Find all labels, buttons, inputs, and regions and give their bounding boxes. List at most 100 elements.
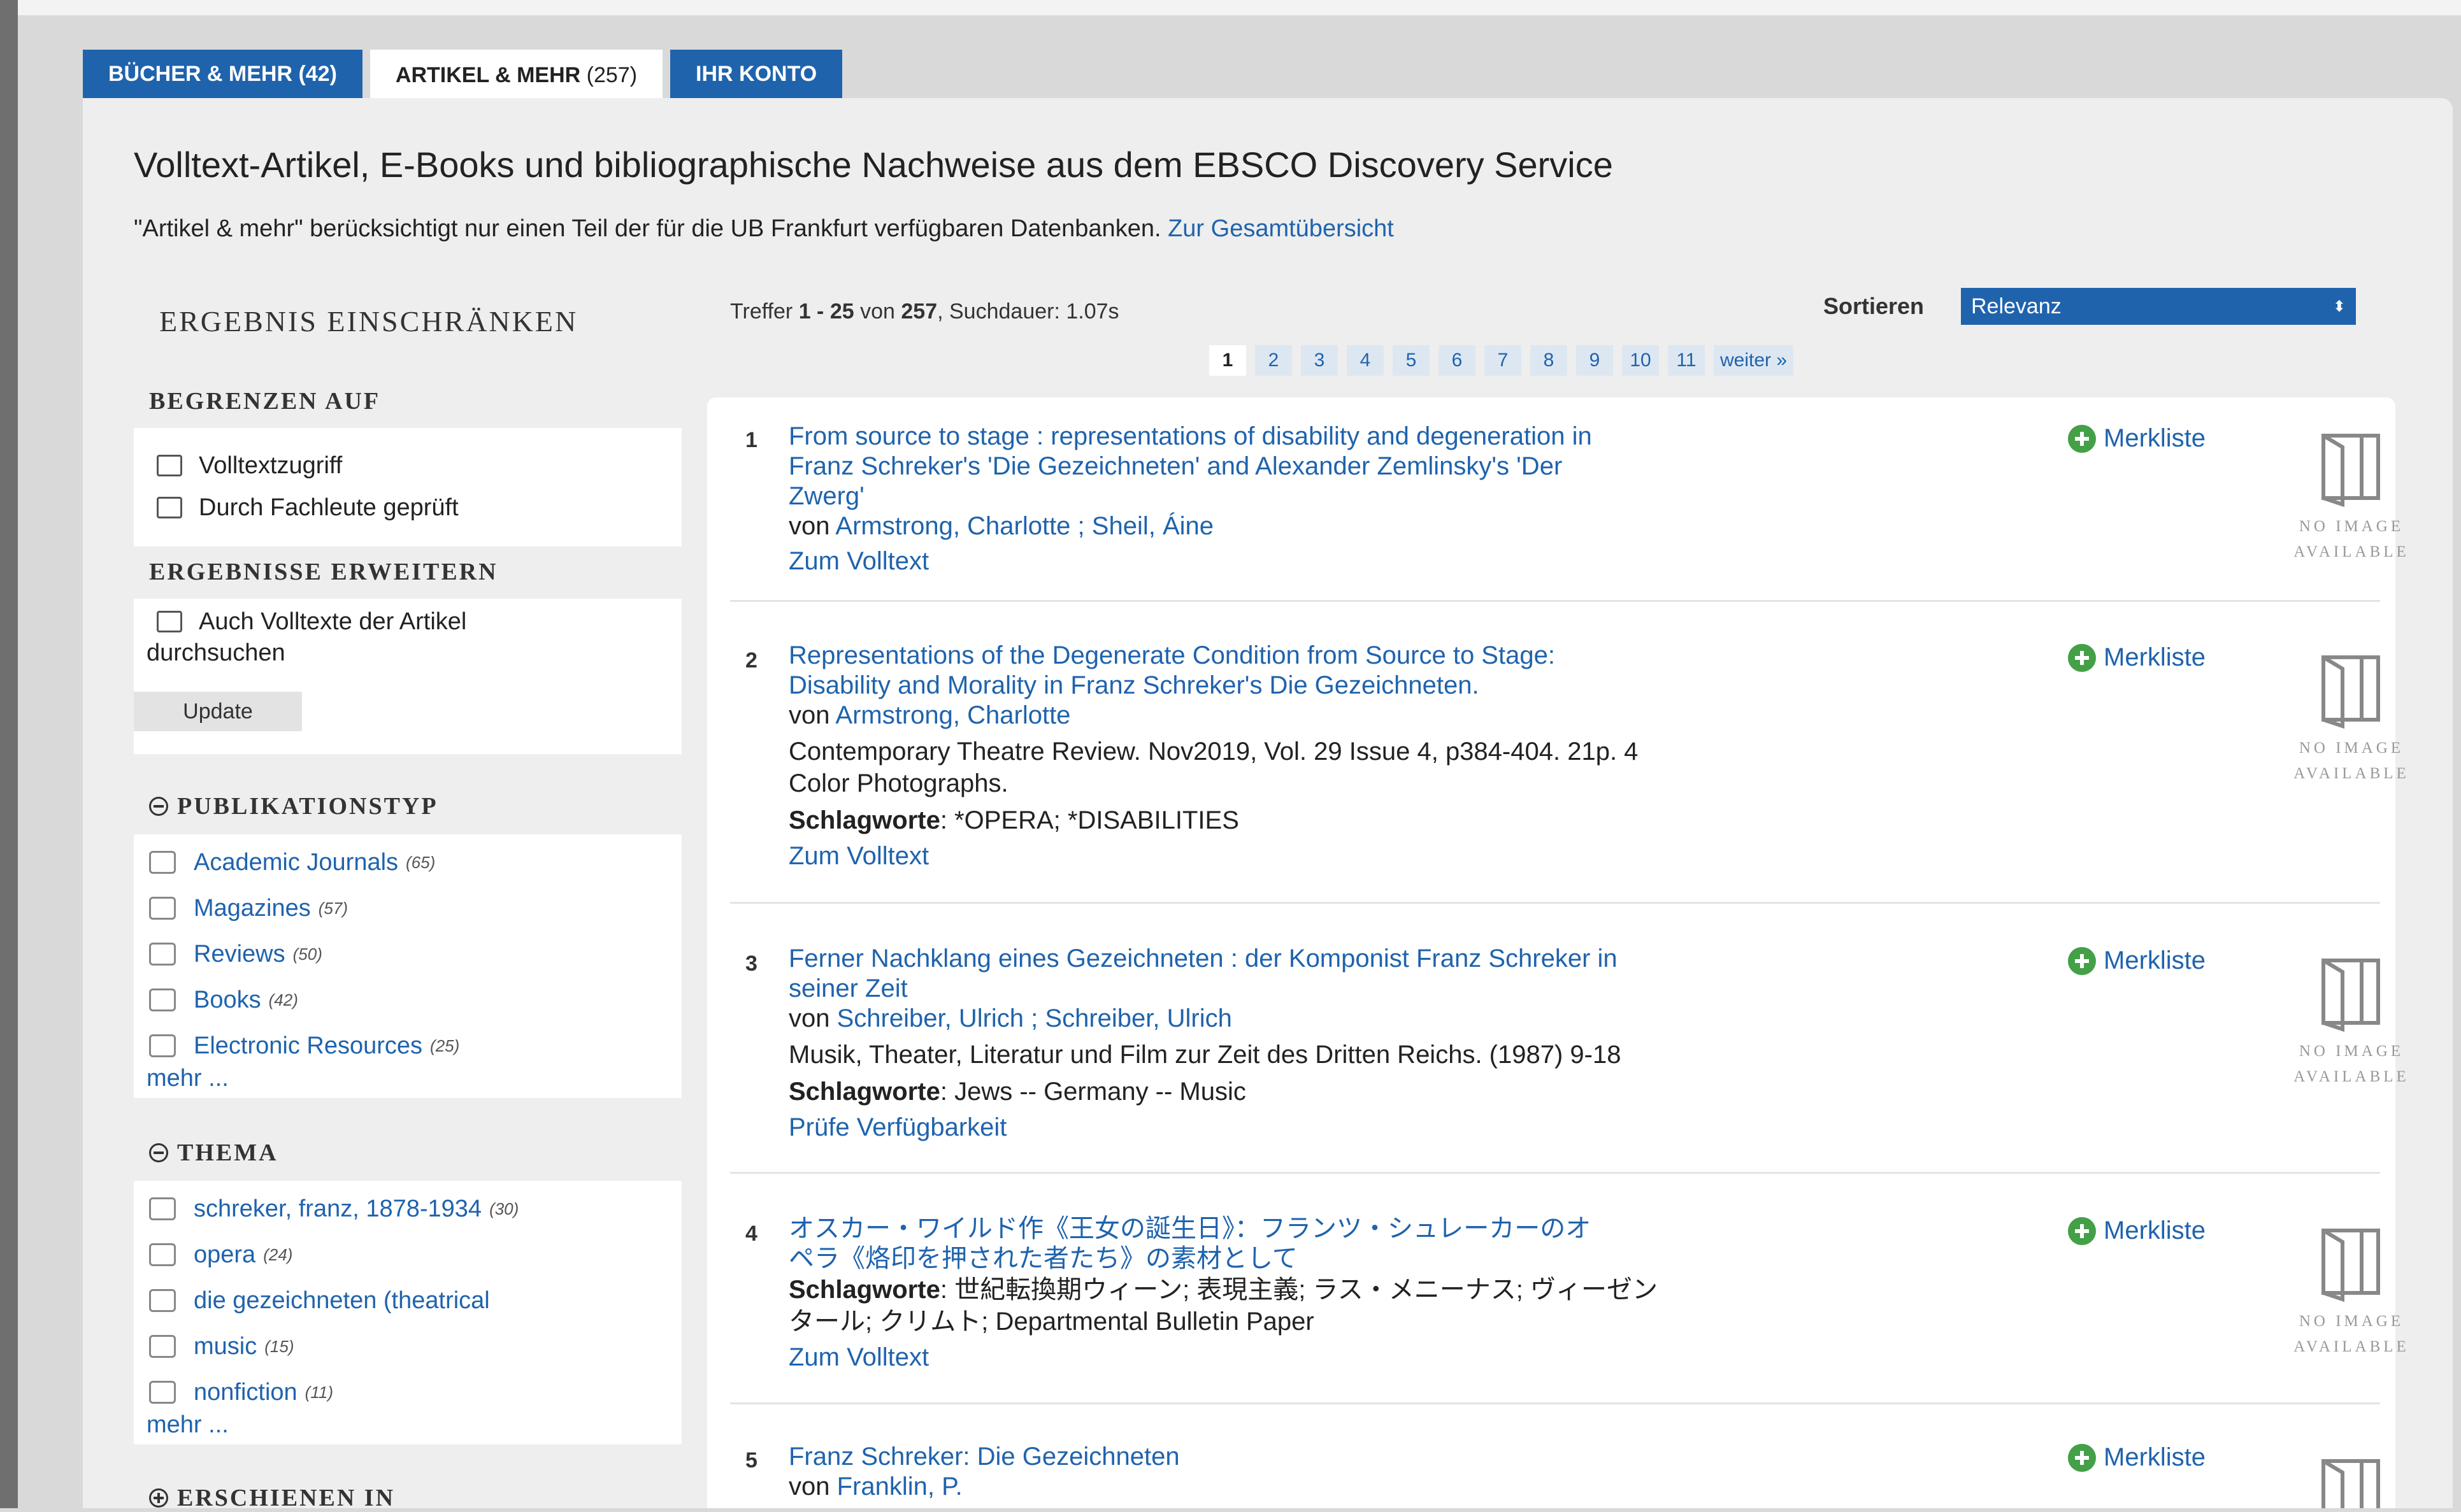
facet-item[interactable]: Reviews (50): [149, 931, 682, 977]
author-link[interactable]: Armstrong, Charlotte ; Sheil, Áine: [835, 512, 1214, 540]
result-body: Ferner Nachklang eines Gezeichneten : de…: [789, 944, 1872, 1143]
checkbox[interactable]: [149, 1289, 176, 1312]
checkbox[interactable]: [157, 497, 182, 518]
facet-count: (25): [430, 1036, 460, 1055]
facet-item[interactable]: Books (42): [149, 977, 682, 1023]
sort-select[interactable]: Relevanz ⬍: [1961, 288, 2356, 325]
by-prefix: von: [789, 701, 836, 729]
page-11[interactable]: 11: [1668, 345, 1705, 376]
hits-prefix: Treffer: [730, 299, 799, 324]
facet-item[interactable]: Academic Journals (65): [149, 839, 682, 885]
page-6[interactable]: 6: [1439, 345, 1475, 376]
checkbox[interactable]: [149, 943, 176, 966]
checkbox[interactable]: [149, 897, 176, 920]
page-8[interactable]: 8: [1530, 345, 1567, 376]
checkbox[interactable]: [149, 1381, 176, 1404]
facet-label: opera: [194, 1241, 256, 1268]
limit-option-peer-reviewed[interactable]: Durch Fachleute geprüft: [157, 487, 682, 529]
published-in-heading[interactable]: ERSCHIENEN IN: [149, 1484, 395, 1512]
facet-label: Magazines: [194, 894, 311, 922]
author-link[interactable]: Franklin, P.: [837, 1473, 963, 1501]
sort-value: Relevanz: [1971, 294, 2062, 318]
checkbox[interactable]: [149, 1034, 176, 1057]
checkbox[interactable]: [149, 1197, 176, 1220]
checkbox[interactable]: [157, 455, 182, 476]
topic-more-link[interactable]: mehr ...: [147, 1411, 682, 1439]
merkliste-button[interactable]: Merkliste: [2068, 1443, 2206, 1472]
expand-option-fulltext-search[interactable]: Auch Volltexte der Artikel: [157, 603, 466, 641]
checkbox[interactable]: [149, 1243, 176, 1266]
no-image-line: NO IMAGE: [2299, 518, 2404, 535]
result-title[interactable]: From source to stage : representations o…: [789, 422, 1872, 511]
title-line: ペラ《烙印を押された者たち》の素材として: [789, 1245, 1298, 1273]
facet-label: nonfiction: [194, 1378, 298, 1406]
no-image-line: AVAILABLE: [2293, 1338, 2409, 1355]
page-9[interactable]: 9: [1576, 345, 1613, 376]
expand-icon[interactable]: [149, 1488, 168, 1508]
facet-item[interactable]: Magazines (57): [149, 885, 682, 931]
no-image-text: NO IMAGE AVAILABLE: [2272, 514, 2431, 565]
page-7[interactable]: 7: [1484, 345, 1521, 376]
author-line: von Armstrong, Charlotte ; Sheil, Áine: [789, 511, 1872, 541]
expand-heading-label: ERGEBNISSE ERWEITERN: [149, 559, 498, 585]
topic-heading[interactable]: THEMA: [149, 1139, 278, 1167]
result-title[interactable]: Representations of the Degenerate Condit…: [789, 641, 1872, 701]
tab-artikel[interactable]: ARTIKEL & MEHR (257): [370, 50, 663, 101]
no-image-line: NO IMAGE: [2299, 1313, 2404, 1330]
results-list: 1 From source to stage : representations…: [707, 397, 2406, 1508]
checkbox[interactable]: [149, 851, 176, 874]
facet-item[interactable]: music (15): [149, 1323, 682, 1369]
merkliste-button[interactable]: Merkliste: [2068, 424, 2206, 453]
checkbox[interactable]: [157, 611, 182, 632]
tab-buecher[interactable]: BÜCHER & MEHR (42): [83, 50, 362, 98]
window-left-edge: [0, 0, 18, 1508]
result-number: 5: [745, 1448, 757, 1473]
facet-count: (11): [305, 1382, 333, 1402]
tab-konto[interactable]: IHR KONTO: [670, 50, 843, 98]
subjects-label: Schlagworte: [789, 806, 940, 834]
availability-link[interactable]: Prüfe Verfügbarkeit: [789, 1113, 1872, 1143]
facet-item[interactable]: die gezeichneten (theatrical: [149, 1278, 682, 1323]
author-link[interactable]: Armstrong, Charlotte: [835, 701, 1070, 729]
merkliste-button[interactable]: Merkliste: [2068, 946, 2206, 975]
select-arrow-icon: ⬍: [2332, 297, 2346, 315]
no-image-placeholder: [2272, 1457, 2431, 1508]
facet-item[interactable]: Electronic Resources (25): [149, 1023, 682, 1069]
subjects-value: タール; クリムト; Departmental Bulletin Paper: [789, 1308, 1314, 1336]
no-image-text: NO IMAGE AVAILABLE: [2272, 1309, 2431, 1360]
facet-item[interactable]: nonfiction (11): [149, 1369, 682, 1415]
result-title[interactable]: オスカー・ワイルド作《王女の誕生日》：フランツ・シュレーカーのオ ペラ《烙印を押…: [789, 1214, 1872, 1274]
page-3[interactable]: 3: [1301, 345, 1338, 376]
overview-link[interactable]: Zur Gesamtübersicht: [1168, 215, 1394, 242]
page-4[interactable]: 4: [1347, 345, 1384, 376]
page-5[interactable]: 5: [1393, 345, 1430, 376]
fulltext-link[interactable]: Zum Volltext: [789, 841, 1872, 871]
checkbox[interactable]: [149, 1335, 176, 1358]
facet-count: (57): [318, 898, 348, 918]
page-2[interactable]: 2: [1255, 345, 1292, 376]
facet-count: (42): [268, 990, 298, 1009]
merkliste-button[interactable]: Merkliste: [2068, 1216, 2206, 1245]
facet-item[interactable]: schreker, franz, 1878-1934 (30): [149, 1186, 682, 1232]
facet-count: (15): [264, 1336, 294, 1356]
fulltext-link[interactable]: Zum Volltext: [789, 546, 1872, 576]
update-button[interactable]: Update: [134, 692, 302, 731]
pubtype-more-link[interactable]: mehr ...: [147, 1065, 682, 1092]
facet-item[interactable]: opera (24): [149, 1232, 682, 1278]
collapse-icon[interactable]: [149, 797, 168, 816]
next-page-link[interactable]: weiter »: [1714, 345, 1794, 376]
result-title[interactable]: Franz Schreker: Die Gezeichneten: [789, 1442, 1872, 1472]
page-1[interactable]: 1: [1209, 345, 1246, 376]
result-title[interactable]: Ferner Nachklang eines Gezeichneten : de…: [789, 944, 1872, 1004]
merkliste-button[interactable]: Merkliste: [2068, 643, 2206, 672]
collapse-icon[interactable]: [149, 1143, 168, 1162]
checkbox[interactable]: [149, 988, 176, 1011]
facet-count: (24): [263, 1245, 293, 1264]
author-link[interactable]: Schreiber, Ulrich ; Schreiber, Ulrich: [837, 1004, 1232, 1032]
fulltext-link[interactable]: Zum Volltext: [789, 1343, 1872, 1373]
pubtype-heading[interactable]: PUBLIKATIONSTYP: [149, 792, 438, 820]
limit-option-fulltext[interactable]: Volltextzugriff: [157, 445, 682, 487]
page-10[interactable]: 10: [1622, 345, 1659, 376]
book-icon: [2321, 655, 2380, 729]
author-line: von Franklin, P.: [789, 1472, 1872, 1502]
